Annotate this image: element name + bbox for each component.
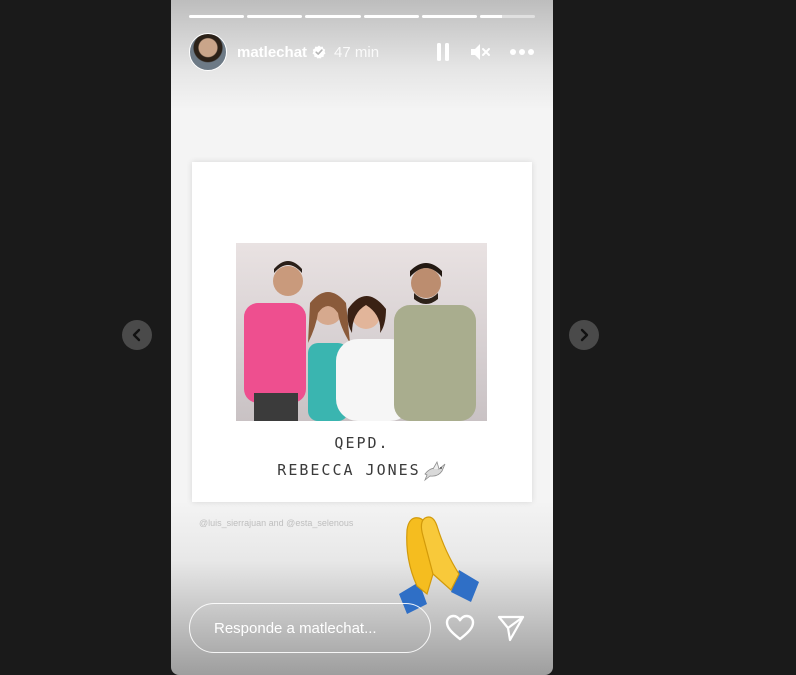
progress-segment — [247, 15, 303, 18]
folded-hands-emoji — [399, 516, 479, 614]
progress-segment — [421, 15, 477, 18]
verified-badge-icon — [312, 45, 326, 59]
pause-icon[interactable] — [435, 42, 451, 62]
more-options-icon[interactable] — [509, 48, 535, 56]
avatar[interactable] — [189, 33, 227, 71]
send-icon[interactable] — [497, 614, 525, 642]
story-controls — [435, 42, 535, 62]
progress-segment — [189, 15, 245, 18]
next-story-button[interactable] — [569, 320, 599, 350]
progress-segment — [363, 15, 419, 18]
mention-tags[interactable]: @luis_sierrajuan and @esta_selenous — [199, 518, 353, 528]
previous-story-button[interactable] — [122, 320, 152, 350]
mute-icon[interactable] — [469, 42, 491, 62]
story-viewer[interactable]: matlechat 47 min QEPD. REBECCA JONES @lu… — [171, 0, 553, 675]
username-link[interactable]: matlechat — [237, 44, 307, 61]
caption-line-2: REBECCA JONES — [277, 461, 421, 479]
footer-actions — [445, 614, 535, 642]
group-photo — [236, 243, 487, 421]
memorial-caption: QEPD. REBECCA JONES — [192, 430, 532, 484]
post-time: 47 min — [334, 43, 380, 61]
dove-icon — [423, 460, 446, 481]
story-header: matlechat 47 min — [189, 33, 535, 71]
chevron-right-icon — [580, 328, 589, 342]
chevron-left-icon — [132, 328, 141, 342]
heart-icon[interactable] — [445, 614, 475, 642]
progress-segment — [479, 15, 536, 18]
memorial-card: QEPD. REBECCA JONES — [192, 162, 532, 502]
progress-segment — [305, 15, 361, 18]
story-progress-bars — [189, 15, 536, 18]
group-photo-illustration — [244, 261, 476, 421]
reply-input[interactable]: Responde a matlechat... — [189, 603, 431, 653]
story-footer: Responde a matlechat... — [189, 602, 535, 654]
caption-line-1: QEPD. — [334, 434, 390, 452]
